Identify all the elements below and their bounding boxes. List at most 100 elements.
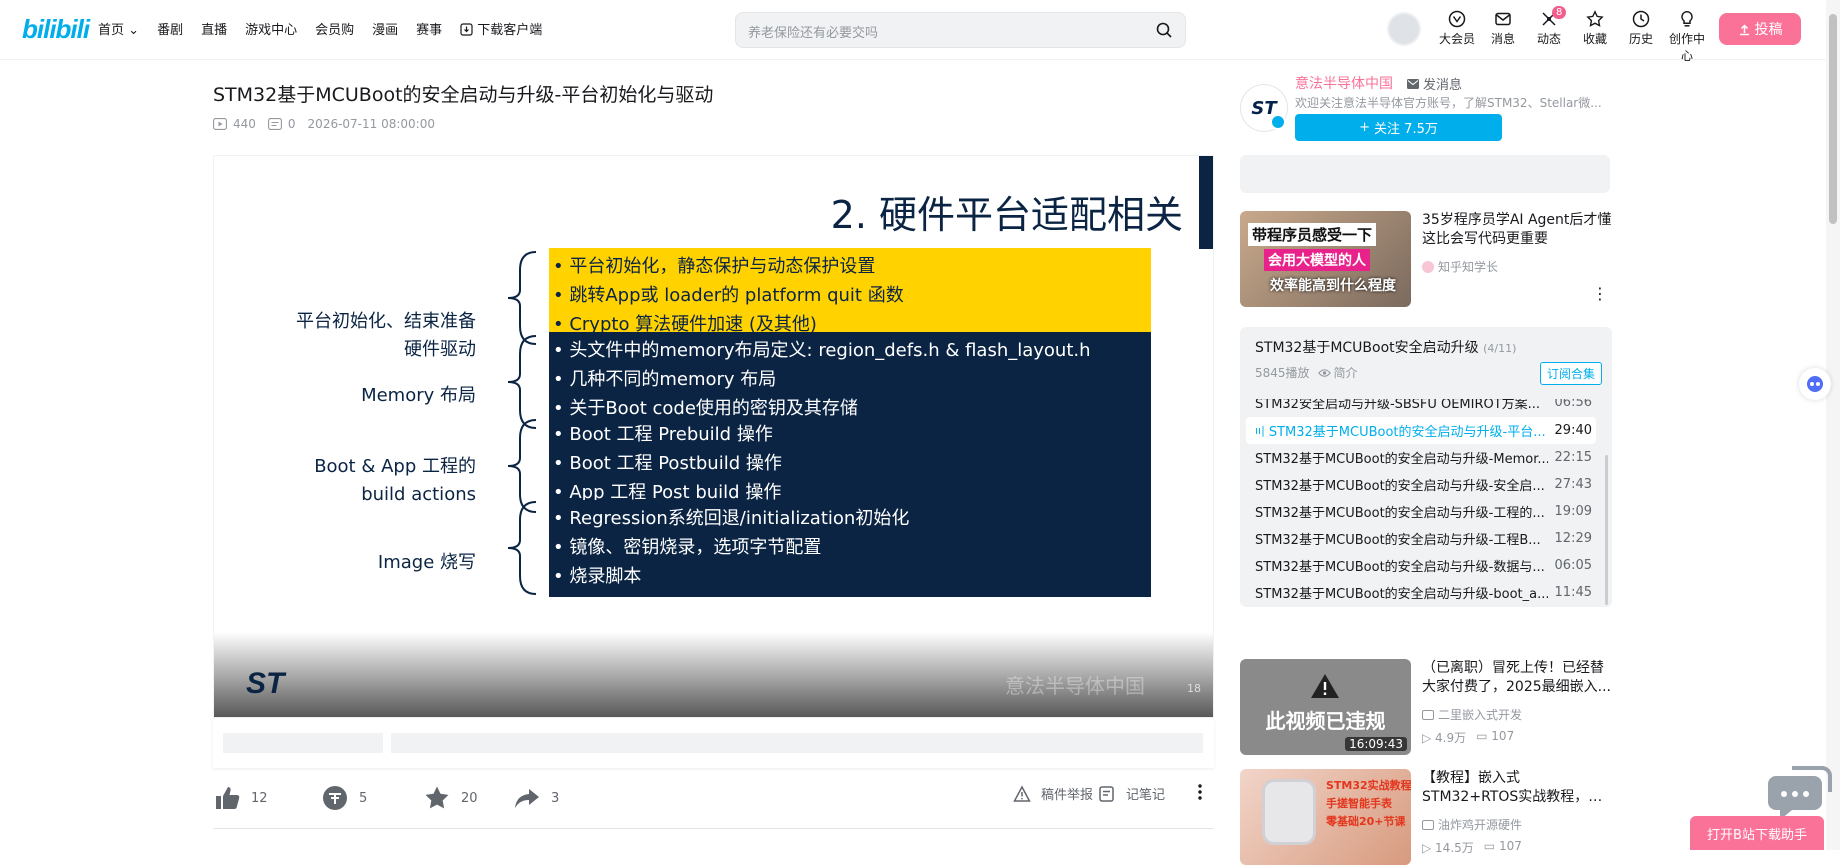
slide-accent-bar [1199, 156, 1213, 249]
recommended-video-up[interactable]: 知乎知学长 [1422, 258, 1498, 275]
bulb-icon [1681, 11, 1693, 27]
kebab-icon [1198, 784, 1202, 800]
episode-item-active[interactable]: ıı| STM32基于MCUBoot的安全启动与升级-平台... 29:40 [1246, 417, 1596, 444]
verified-badge-icon [1270, 114, 1286, 130]
recommended-video[interactable]: 带程序员感受一下 会用大模型的人 效率能高到什么程度 35岁程序员学AI Age… [1240, 211, 1612, 307]
episode-item[interactable]: STM32基于MCUBoot的安全启动与升级-工程的... 19:09 [1246, 498, 1596, 525]
video-player[interactable]: 2. 硬件平台适配相关 平台初始化、结束准备 硬件驱动 • 平台初始化，静态保护… [213, 155, 1214, 718]
search-icon[interactable] [1155, 21, 1173, 39]
download-assistant-button[interactable]: 打开B站下载助手 [1690, 816, 1824, 850]
slide-heading: 2. 硬件平台适配相关 [830, 193, 1183, 237]
favorite-button[interactable]: 20 [423, 784, 478, 812]
search-input[interactable]: 养老保险还有必要交吗 [748, 22, 878, 41]
video-meta: 440 0 2026-07-11 08:00:00 [213, 117, 435, 131]
slide-page-number: 18 [1187, 682, 1201, 695]
download-icon [460, 23, 473, 36]
up-icon [1422, 709, 1434, 720]
video-thumbnail[interactable]: STM32实战教程 手搓智能手表 零基础20+节课 [1240, 769, 1411, 865]
nav-game-center[interactable]: 游戏中心 [245, 19, 297, 38]
danmaku-bar [213, 718, 1214, 768]
star-icon [425, 786, 449, 809]
video-duration: 16:09:43 [1345, 737, 1407, 751]
episode-item[interactable]: STM32安全启动与升级-SBSFU OEMIROT方案... 06:56 [1246, 399, 1596, 416]
danmaku-input-skeleton[interactable] [391, 733, 1203, 753]
comment-count: ▭ 107 [1476, 729, 1515, 743]
recommended-video[interactable]: 此视频已违规 16:09:43 （已离职）冒死上传！已经替大家付费了，2025最… [1240, 659, 1612, 755]
episode-list[interactable]: STM32安全启动与升级-SBSFU OEMIROT方案... 06:56 ıı|… [1240, 399, 1612, 607]
favorites-entry[interactable]: 收藏 [1572, 10, 1618, 64]
slide-group-label: 平台初始化、结束准备 硬件驱动 [296, 311, 476, 360]
header-right-icons: 大会员 消息 8 动态 收藏 历史 创作中心 [1434, 6, 1710, 64]
page-scrollbar-thumb[interactable] [1829, 14, 1837, 224]
user-avatar[interactable] [1387, 12, 1421, 46]
vip-icon [1448, 10, 1466, 28]
upload-button[interactable]: 投稿 [1719, 13, 1801, 45]
recommended-video-up[interactable]: 油炸鸡开源硬件 [1422, 816, 1522, 833]
star-icon [1586, 10, 1604, 27]
nav-download-client[interactable]: 下载客户端 [460, 19, 542, 38]
main-nav: 首页 ⌄ 番剧 直播 游戏中心 会员购 漫画 赛事 下载客户端 [98, 19, 542, 38]
report-button[interactable]: 稿件举报 [1013, 784, 1093, 803]
recommended-video-title[interactable]: 【教程】嵌入式STM32+RTOS实战教程，手搓智能手表，... [1422, 769, 1612, 807]
recommended-video[interactable]: STM32实战教程 手搓智能手表 零基础20+节课 【教程】嵌入式STM32+R… [1240, 769, 1612, 865]
slide-box-build: • Boot 工程 Prebuild 操作 • Boot 工程 Postbuil… [549, 416, 1151, 513]
chevron-down-icon: ⌄ [128, 23, 140, 38]
comment-count: ▭ 107 [1483, 839, 1522, 853]
intro-link[interactable]: 简介 [1317, 364, 1358, 381]
coin-button[interactable]: 5 [321, 784, 367, 812]
recommended-video-stats: ▷ 4.9万 ▭ 107 [1422, 729, 1514, 746]
episode-item[interactable]: STM32基于MCUBoot的安全启动与升级-工程B... 12:29 [1246, 525, 1596, 552]
floating-assistant-button[interactable] [1799, 368, 1831, 400]
notes-button[interactable]: 记笔记 [1098, 784, 1165, 803]
thumb-up-icon [216, 787, 240, 809]
follow-button[interactable]: + 关注 7.5万 [1295, 114, 1502, 141]
like-button[interactable]: 12 [213, 784, 268, 812]
publish-date: 2026-07-11 08:00:00 [307, 117, 435, 131]
dynamic-entry[interactable]: 8 动态 [1526, 6, 1572, 64]
nav-manga[interactable]: 漫画 [372, 19, 398, 38]
collection-title[interactable]: STM32基于MCUBoot安全启动升级 (4/11) [1255, 337, 1516, 357]
episode-item[interactable]: STM32基于MCUBoot的安全启动与升级-安全启... 27:43 [1246, 471, 1596, 498]
recommended-video-title[interactable]: （已离职）冒死上传！已经替大家付费了，2025最细嵌入... [1422, 659, 1612, 697]
share-button[interactable]: 3 [513, 784, 559, 812]
creator-center-entry[interactable]: 创作中心 [1664, 10, 1710, 64]
episode-item[interactable]: STM32基于MCUBoot的安全启动与升级-boot_a... 11:45 [1246, 579, 1596, 606]
nav-anime[interactable]: 番剧 [157, 19, 183, 38]
vip-entry[interactable]: 大会员 [1434, 10, 1480, 64]
recommended-video-up[interactable]: 二里嵌入式开发 [1422, 706, 1522, 723]
video-thumbnail[interactable]: 此视频已违规 16:09:43 [1240, 659, 1411, 755]
episode-item[interactable]: STM32基于MCUBoot的安全启动与升级-Memor... 22:15 [1246, 444, 1596, 471]
uploader-name[interactable]: 意法半导体中国 [1295, 73, 1393, 93]
note-icon [1099, 785, 1114, 802]
uploader-description: 欢迎关注意法半导体官方账号，了解STM32、Stellar微... [1295, 96, 1602, 110]
nav-esports[interactable]: 赛事 [416, 19, 442, 38]
more-options-icon[interactable]: ⋮ [1592, 286, 1608, 302]
nav-home[interactable]: 首页 ⌄ [98, 19, 139, 38]
share-arrow-icon [515, 789, 539, 808]
page-scrollbar[interactable] [1826, 0, 1840, 850]
history-entry[interactable]: 历史 [1618, 10, 1664, 64]
subscribe-collection-button[interactable]: 订阅合集 [1539, 362, 1602, 385]
send-message-link[interactable]: 发消息 [1407, 74, 1462, 93]
view-count: ▷ 4.9万 [1422, 731, 1467, 745]
bilibili-logo[interactable]: bilibili [22, 14, 90, 45]
episode-item[interactable]: STM32基于MCUBoot的安全启动与升级-数据与... 06:05 [1246, 552, 1596, 579]
message-entry[interactable]: 消息 [1480, 10, 1526, 64]
assistant-icon [1807, 376, 1823, 392]
slide-group-label: Memory 布局 [361, 385, 476, 406]
recommended-video-title[interactable]: 35岁程序员学AI Agent后才懂这比会写代码更重要 [1422, 211, 1612, 249]
eye-icon [1317, 368, 1331, 377]
search-box[interactable]: 养老保险还有必要交吗 [735, 12, 1186, 48]
more-options-icon[interactable] [1198, 784, 1202, 800]
nav-live[interactable]: 直播 [201, 19, 227, 38]
episode-list-scrollbar[interactable] [1605, 455, 1608, 605]
danmaku-count: 0 [267, 117, 296, 131]
nav-vip-shop[interactable]: 会员购 [315, 19, 354, 38]
video-thumbnail[interactable]: 带程序员感受一下 会用大模型的人 效率能高到什么程度 [1240, 211, 1411, 307]
playing-bars-icon: ıı| [1255, 424, 1265, 437]
upload-icon [1739, 23, 1749, 35]
play-count-icon [213, 118, 227, 130]
collection-meta: 5845播放 简介 [1255, 364, 1358, 381]
clock-icon [1632, 10, 1650, 28]
actions-divider [213, 828, 1214, 829]
